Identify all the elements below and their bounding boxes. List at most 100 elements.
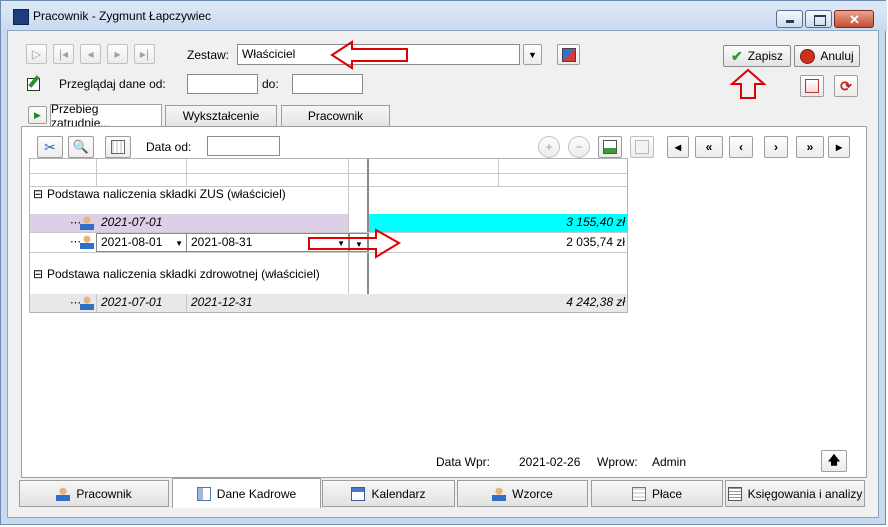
remove-row-button[interactable]: − — [568, 136, 590, 158]
grid-next-button[interactable]: › — [764, 136, 788, 158]
print-icon — [635, 140, 649, 154]
cancel-button[interactable]: Anuluj — [794, 45, 860, 67]
minimize-icon — [786, 20, 794, 23]
annotation-arrow-up-icon — [729, 68, 767, 99]
bottom-tab-label: Wzorce — [512, 486, 553, 501]
add-row-button[interactable]: + — [538, 136, 560, 158]
person-icon — [80, 235, 94, 249]
minus-icon: − — [575, 140, 583, 154]
cancel-label: Anuluj — [820, 49, 854, 63]
calculator-icon — [631, 486, 646, 501]
chevron-down-icon[interactable]: ▼ — [175, 237, 183, 251]
table-cell-value[interactable]: 3 155,40 zł — [500, 214, 625, 231]
bottom-tab-label: Księgowania i analizy — [747, 486, 863, 501]
nav-end-button[interactable]: ▸| — [134, 44, 155, 64]
double-chevron-left-icon: « — [705, 140, 713, 154]
plus-icon: + — [545, 140, 553, 154]
wprow-label: Wprow: — [597, 455, 638, 469]
grid-first-button[interactable]: ◂ — [667, 136, 689, 158]
edit-pencil-icon — [26, 75, 42, 91]
table-cell-to[interactable]: 2021-12-31 — [191, 294, 252, 311]
grid-next-page-button[interactable]: » — [796, 136, 824, 158]
bottom-tab-label: Kalendarz — [371, 486, 426, 501]
bottom-tab-label: Dane Kadrowe — [216, 486, 297, 501]
zestaw-label: Zestaw: — [187, 48, 230, 62]
tab-wyksztalcenie[interactable]: Wykształcenie — [165, 105, 277, 126]
data-od-input[interactable] — [207, 136, 280, 156]
refresh-button[interactable]: ⟳ — [834, 75, 858, 97]
grid-header-line — [30, 173, 627, 174]
calendar-icon — [351, 486, 366, 501]
tab-pracownik[interactable]: Pracownik — [281, 105, 390, 126]
data-wpr-value: 2021-02-26 — [519, 455, 581, 469]
bottom-tab-wzorce[interactable]: Wzorce — [457, 480, 588, 507]
title-bar: Pracownik - Zygmunt Łapczywiec ✕ — [1, 1, 887, 31]
bottom-tab-ksiegowania[interactable]: Księgowania i analizy — [725, 480, 865, 507]
group-title: Podstawa naliczenia składki ZUS (właścic… — [47, 187, 286, 201]
chart-icon — [805, 79, 819, 93]
grid-last-button[interactable]: ▸ — [828, 136, 850, 158]
keypad-icon — [111, 140, 125, 154]
przegladaj-od-input[interactable] — [187, 74, 258, 94]
to-date-value: 2021-08-31 — [191, 235, 253, 249]
group-collapse-icon[interactable]: ⊟ — [33, 186, 43, 203]
nav-prev-button[interactable]: ◂ — [80, 44, 101, 64]
print-button[interactable] — [630, 136, 654, 158]
bottom-tab-place[interactable]: Płace — [591, 480, 723, 507]
bottom-tab-dane-kadrowe[interactable]: Dane Kadrowe — [172, 478, 321, 508]
close-icon: ✕ — [849, 12, 860, 27]
save-label: Zapisz — [747, 49, 784, 63]
grid-prev-button[interactable]: ‹ — [729, 136, 753, 158]
nav-start-button[interactable]: |◂ — [53, 44, 74, 64]
first-icon: ◂ — [674, 140, 682, 154]
table-row[interactable]: 2021-07-01 — [101, 294, 162, 311]
table-cell-value[interactable]: 4 242,38 zł — [500, 294, 625, 311]
scroll-top-button[interactable]: 🡅 — [821, 450, 847, 472]
export-icon — [603, 140, 617, 154]
chevron-right-icon: › — [774, 140, 778, 154]
arrow-up-icon: 🡅 — [827, 452, 841, 467]
last-icon: ▸ — [835, 140, 843, 154]
group-collapse-icon[interactable]: ⊟ — [33, 266, 43, 283]
save-button[interactable]: ✔ Zapisz — [723, 45, 791, 67]
skip-start-icon: |◂ — [58, 47, 69, 61]
minimize-button[interactable] — [776, 10, 803, 28]
close-button[interactable]: ✕ — [834, 10, 874, 28]
nav-first-record-button[interactable]: ▷ — [26, 44, 47, 64]
search-button[interactable]: 🔍 — [68, 136, 94, 158]
bottom-tab-label: Płace — [651, 486, 683, 501]
group-title: Podstawa naliczenia składki zdrowotnej (… — [47, 267, 320, 281]
chevron-down-icon: ▼ — [528, 49, 537, 60]
przegladaj-do-input[interactable] — [292, 74, 363, 94]
zestaw-dropdown-button[interactable]: ▼ — [523, 44, 542, 65]
tab-przebieg-zatrudnienia[interactable]: Przebieg zatrudnie... — [50, 102, 162, 130]
person-icon — [56, 486, 71, 501]
nav-next-button[interactable]: ▸ — [107, 44, 128, 64]
annotation-arrow-left-icon — [330, 40, 408, 70]
table-row[interactable]: 2021-07-01 — [101, 214, 162, 231]
grid-col-line — [96, 159, 97, 187]
calculator-button[interactable] — [105, 136, 131, 158]
window-title: Pracownik - Zygmunt Łapczywiec — [33, 9, 212, 23]
tabs-expand-button[interactable]: ▶ — [28, 106, 47, 124]
bottom-tab-pracownik[interactable]: Pracownik — [19, 480, 169, 507]
przegladaj-label: Przeglądaj dane od: — [59, 77, 166, 91]
grid-col-line — [498, 159, 499, 187]
annotation-arrow-right-icon — [308, 228, 401, 259]
export-button[interactable] — [598, 136, 622, 158]
grid-col-line — [186, 159, 187, 187]
from-date-input[interactable]: 2021-08-01 ▼ — [96, 233, 187, 252]
skip-end-icon: ▸| — [139, 47, 150, 61]
people-icon — [492, 486, 507, 501]
chart-button[interactable] — [800, 75, 824, 97]
wprow-value: Admin — [652, 455, 687, 469]
maximize-button[interactable] — [805, 10, 832, 28]
zestaw-config-button[interactable] — [557, 44, 580, 65]
tools-button[interactable]: ✂ — [37, 136, 63, 158]
table-cell-value[interactable]: 2 035,74 zł — [500, 234, 625, 251]
from-date-value: 2021-08-01 — [101, 235, 163, 249]
bottom-tab-kalendarz[interactable]: Kalendarz — [322, 480, 455, 507]
maximize-icon — [814, 15, 826, 26]
checkmark-icon: ✔ — [730, 47, 743, 64]
grid-prev-page-button[interactable]: « — [695, 136, 723, 158]
